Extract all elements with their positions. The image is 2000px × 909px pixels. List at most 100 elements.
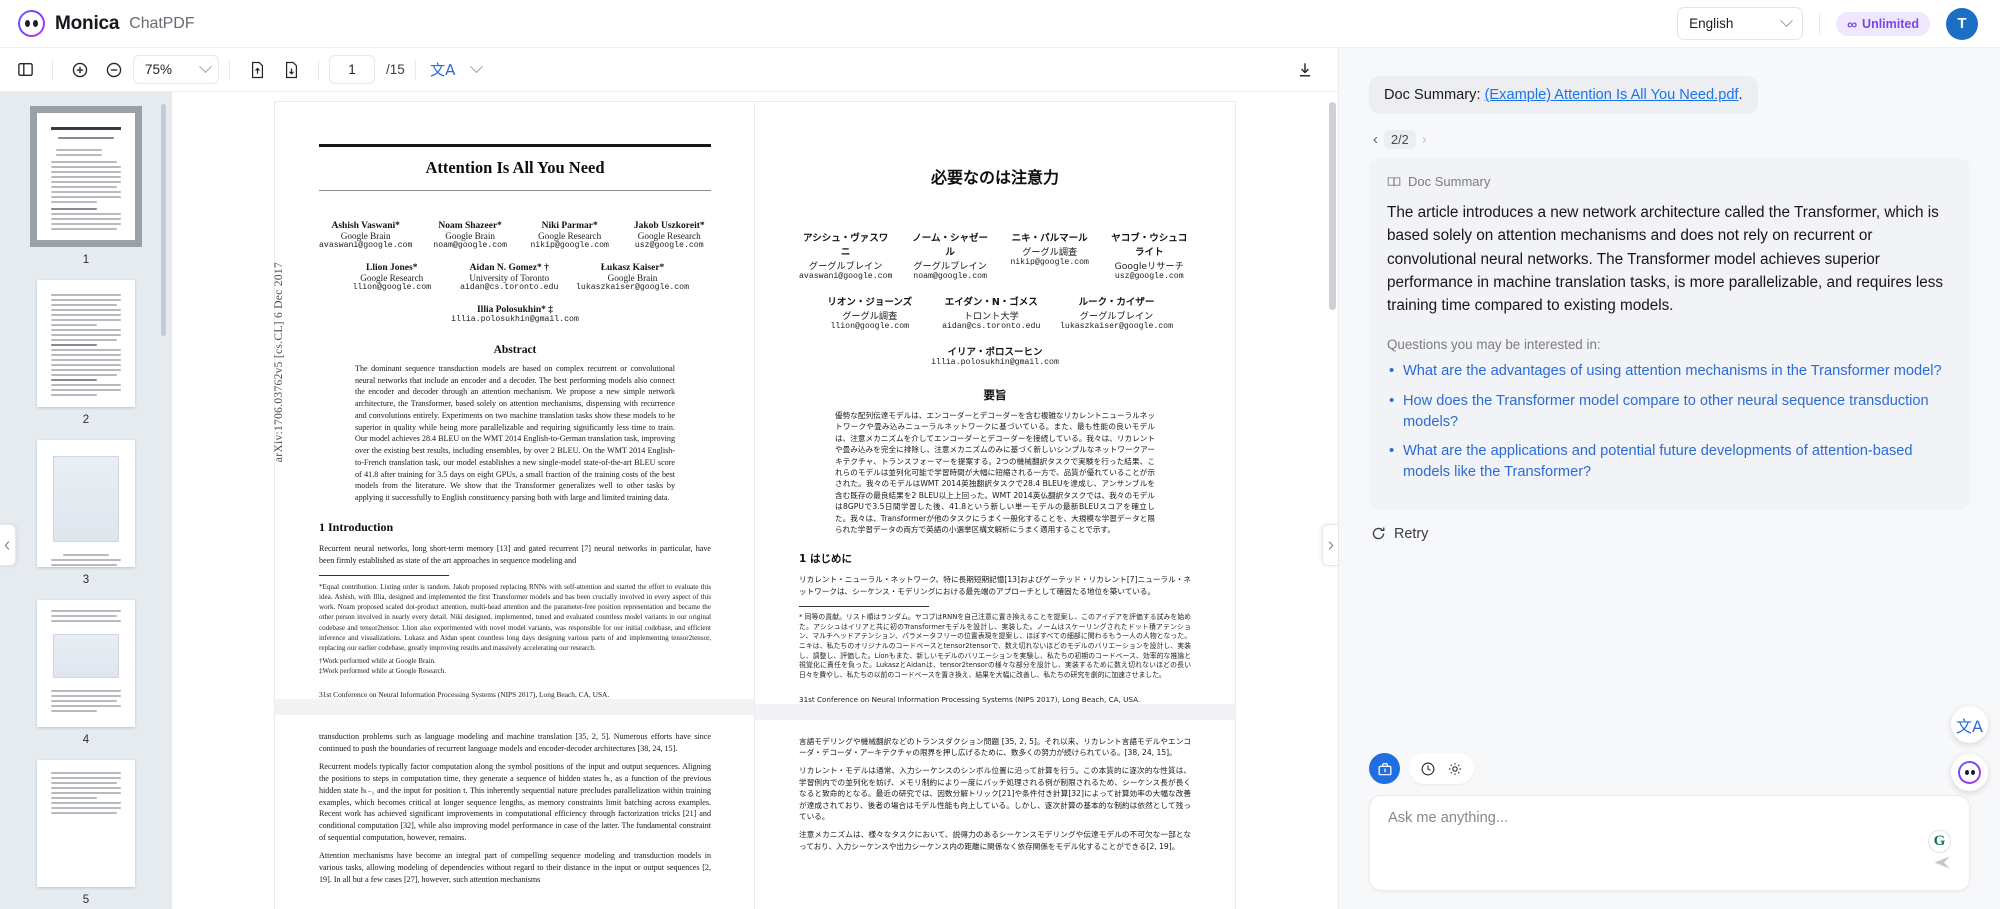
brand-name: Monica xyxy=(55,12,120,34)
thumbnail-label: 3 xyxy=(82,574,90,586)
thumbnail-page-5[interactable]: 5 xyxy=(0,760,172,906)
brand[interactable]: Monica ChatPDF xyxy=(18,10,194,37)
page-total-label: /15 xyxy=(386,62,405,77)
floating-assistant-button[interactable] xyxy=(1951,754,1988,791)
pdf-scrollbar[interactable] xyxy=(1329,102,1336,310)
message-input-wrapper[interactable]: Ask me anything... G xyxy=(1369,795,1970,891)
abstract-text: The dominant sequence transduction model… xyxy=(355,364,675,503)
author: Niki Parmar* Google Research nikip@googl… xyxy=(528,221,612,250)
author-row: Illia Polosukhin* ‡ illia.polosukhin@gma… xyxy=(319,305,711,324)
chevron-down-icon xyxy=(199,60,212,74)
author-name: ニキ・パルマール xyxy=(1011,233,1088,244)
toolbar-divider-4 xyxy=(414,59,416,80)
thumbnail-label: 2 xyxy=(82,414,90,426)
pager-prev-button[interactable]: ‹ xyxy=(1369,131,1382,148)
thumbnail-label: 5 xyxy=(82,894,90,906)
user-message-row: Doc Summary: (Example) Attention Is All … xyxy=(1369,76,1970,114)
app-header: Monica ChatPDF English ∞ Unlimited T xyxy=(0,0,2000,48)
retry-button[interactable]: Retry xyxy=(1371,526,1970,542)
author-name: イリア・ポロスーヒン xyxy=(947,347,1043,358)
author-email: llion@google.com xyxy=(830,322,910,331)
intro-text-translated: リカレント・ニューラル・ネットワーク、特に長期短期記憶[13]およびゲーテッド・… xyxy=(799,575,1191,596)
infinity-icon: ∞ xyxy=(1847,15,1858,32)
gear-icon[interactable] xyxy=(1447,761,1463,777)
collapse-thumbnails-button[interactable] xyxy=(0,524,16,566)
abstract-heading-translated: 要旨 xyxy=(983,388,1007,402)
monica-logo-icon xyxy=(18,10,45,37)
toolbar-divider-2 xyxy=(229,59,230,80)
author-email: noam@google.com xyxy=(433,241,507,250)
author-email: usz@google.com xyxy=(1114,272,1184,281)
intro-heading-translated: 1 はじめに xyxy=(799,553,852,566)
language-select-value: English xyxy=(1689,16,1734,31)
author-name: ヤコブ・ウシュコライト xyxy=(1111,233,1188,258)
document-link[interactable]: (Example) Attention Is All You Need.pdf xyxy=(1485,87,1739,103)
author: Łukasz Kaiser* Google Brain lukaszkaiser… xyxy=(576,263,689,292)
page-number-input[interactable]: 1 xyxy=(329,55,375,84)
conference-line: 31st Conference on Neural Information Pr… xyxy=(319,689,610,699)
retry-label: Retry xyxy=(1394,525,1429,542)
zoom-level-select[interactable]: 75% xyxy=(133,55,219,84)
toolbar-divider-3 xyxy=(318,59,319,80)
author: アシシュ・ヴァスワニ グーグルブレイン avaswani@google.com xyxy=(799,230,892,281)
chat-composer-area: Ask me anything... G xyxy=(1339,743,2000,909)
intro-heading: 1 Introduction xyxy=(319,519,394,534)
floating-translate-button[interactable]: 文A xyxy=(1951,706,1988,743)
suggested-question[interactable]: How does the Transformer model compare t… xyxy=(1387,390,1952,432)
expand-pdf-button[interactable] xyxy=(1322,524,1338,566)
app-body: 75% 1 /15 文A 1 2 3 4 5 arXiv:1706.03762v… xyxy=(0,48,2000,909)
author-block-translated: アシシュ・ヴァスワニ グーグルブレイン avaswani@google.com … xyxy=(799,230,1191,367)
translate-button[interactable]: 文A xyxy=(426,55,460,85)
monica-logo-icon xyxy=(1958,761,1981,784)
download-button[interactable] xyxy=(1288,55,1322,85)
footnote-3: ‡Work performed while at Google Research… xyxy=(319,666,447,675)
thumbnail-page-4[interactable]: 4 xyxy=(0,600,172,746)
grammarly-icon[interactable]: G xyxy=(1928,830,1951,853)
intro-text: Recurrent neural networks, long short-te… xyxy=(319,543,711,565)
message-input[interactable]: Ask me anything... xyxy=(1388,810,1951,826)
pdf-viewer: 1 2 3 4 5 arXiv:1706.03762v5 [cs.CL] 6 D… xyxy=(0,92,1338,909)
translate-options-button[interactable] xyxy=(460,55,494,85)
file-upload-button[interactable] xyxy=(240,55,274,85)
suggested-question[interactable]: What are the advantages of using attenti… xyxy=(1387,360,1952,382)
abstract-body-translated: 優勢な配列伝達モデルは、エンコーダーとデコーダーを含む複雑なリカレントニューラル… xyxy=(799,410,1191,535)
composer-tool-pill[interactable] xyxy=(1409,753,1474,784)
chat-pane: Doc Summary: (Example) Attention Is All … xyxy=(1338,48,2000,909)
thumbnail-sidebar[interactable]: 1 2 3 4 5 xyxy=(0,92,172,909)
assistant-message-card: Doc Summary The article introduces a new… xyxy=(1369,158,1970,510)
chat-message-list[interactable]: Doc Summary: (Example) Attention Is All … xyxy=(1339,48,2000,743)
thumbnail-page-2[interactable]: 2 xyxy=(0,280,172,426)
zoom-in-button[interactable] xyxy=(63,55,97,85)
author-name: Illia Polosukhin* ‡ xyxy=(476,305,554,315)
send-icon xyxy=(1934,856,1950,869)
author: Jakob Uszkoreit* Google Research usz@goo… xyxy=(627,221,711,250)
author-affiliation: Google Brain xyxy=(445,231,496,241)
send-button[interactable] xyxy=(1932,852,1953,878)
page2-para-3-translated: 注意メカニズムは、様々なタスクにおいて、説得力のあるシーケンスモデリングや伝達モ… xyxy=(799,830,1191,851)
page-break xyxy=(275,698,755,715)
author-affiliation: Google Brain xyxy=(340,231,391,241)
suggested-question[interactable]: What are the applications and potential … xyxy=(1387,440,1952,482)
thumbnail-label: 1 xyxy=(82,254,90,266)
thumbnail-scrollbar[interactable] xyxy=(161,104,166,336)
sidebar-toggle-button[interactable] xyxy=(8,55,42,85)
avatar[interactable]: T xyxy=(1946,7,1978,40)
thumbnail-page-1[interactable]: 1 xyxy=(0,106,172,266)
author: イリア・ポロスーヒン illia.polosukhin@gmail.com xyxy=(799,344,1191,367)
author-email: lukaszkaiser@google.com xyxy=(576,283,690,292)
pager-next-button[interactable]: › xyxy=(1418,131,1431,148)
author-email: usz@google.com xyxy=(634,241,704,250)
plan-badge[interactable]: ∞ Unlimited xyxy=(1836,11,1930,36)
toolbox-button[interactable] xyxy=(1369,753,1400,784)
file-download-button[interactable] xyxy=(274,55,308,85)
thumbnail-preview xyxy=(37,440,135,567)
thumbnail-page-3[interactable]: 3 xyxy=(0,440,172,586)
language-select[interactable]: English xyxy=(1677,7,1804,40)
pdf-page-2-japanese: 言語モデリングや機械翻訳などのトランスダクション問題 [35, 2, 5]。それ… xyxy=(799,720,1191,853)
page2-para-2-translated: リカレント・モデルは通常、入力シーケンスのシンボル位置に沿って計算を行う。この本… xyxy=(799,766,1191,821)
author: エイダン・N・ゴメス トロント大学 aidan@cs.toronto.edu xyxy=(939,294,1045,331)
author-email: nikip@google.com xyxy=(530,241,609,250)
author-name: Noam Shazeer* xyxy=(438,221,502,231)
clock-icon[interactable] xyxy=(1420,761,1436,777)
zoom-out-button[interactable] xyxy=(97,55,131,85)
